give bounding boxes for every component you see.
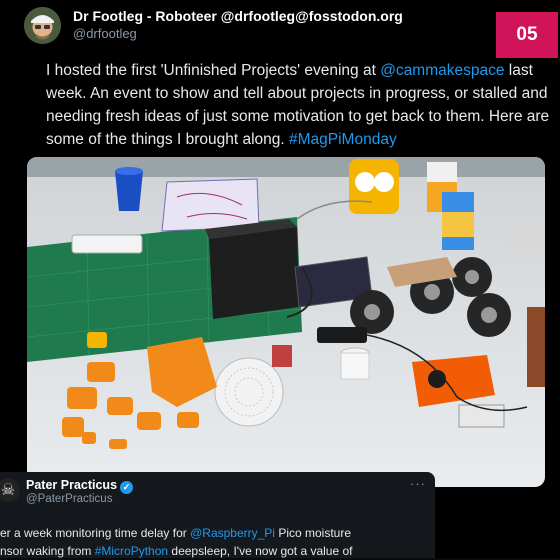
- skull-crossbones-icon[interactable]: ☠: [0, 478, 20, 502]
- hashtag-link[interactable]: #MagPiMonday: [289, 131, 397, 148]
- tweet-text: I hosted the first 'Unfinished Projects'…: [46, 59, 551, 151]
- handle[interactable]: @drfootleg: [73, 26, 137, 41]
- quote-text-part: er a week monitoring time delay for: [0, 526, 191, 540]
- page-number-badge: 05: [496, 12, 558, 58]
- tweet-text-part: I hosted the first 'Unfinished Projects'…: [46, 62, 381, 79]
- quote-text-part: Pico moisture: [274, 526, 352, 540]
- quote-tweet-text: er a week monitoring time delay for @Ras…: [0, 524, 430, 560]
- quote-handle[interactable]: @PaterPracticus: [26, 493, 112, 505]
- verified-badge-icon: ✓: [120, 481, 134, 494]
- avatar[interactable]: [24, 7, 61, 44]
- display-name[interactable]: Dr Footleg - Roboteer @drfootleg@fosstod…: [73, 8, 403, 24]
- quote-display-name[interactable]: Pater Practicus ✓: [26, 478, 134, 494]
- tweet-photo[interactable]: [27, 157, 545, 487]
- more-options-icon[interactable]: ···: [410, 476, 426, 491]
- quote-display-name-text: Pater Practicus: [26, 478, 118, 492]
- quote-tweet[interactable]: ☠ Pater Practicus ✓ @PaterPracticus ··· e…: [0, 472, 435, 558]
- quote-text-part: nsor waking from: [0, 544, 95, 558]
- hashtag-link[interactable]: #MicroPython: [95, 544, 168, 558]
- quote-text-part: deepsleep, I've now got a value of: [168, 544, 353, 558]
- mention-link[interactable]: @Raspberry_Pi: [190, 526, 275, 540]
- quote-text-line: nsor waking from #MicroPython deepsleep,…: [0, 542, 430, 560]
- mention-link[interactable]: @cammakespace: [380, 62, 504, 79]
- quote-text-line: er a week monitoring time delay for @Ras…: [0, 524, 430, 542]
